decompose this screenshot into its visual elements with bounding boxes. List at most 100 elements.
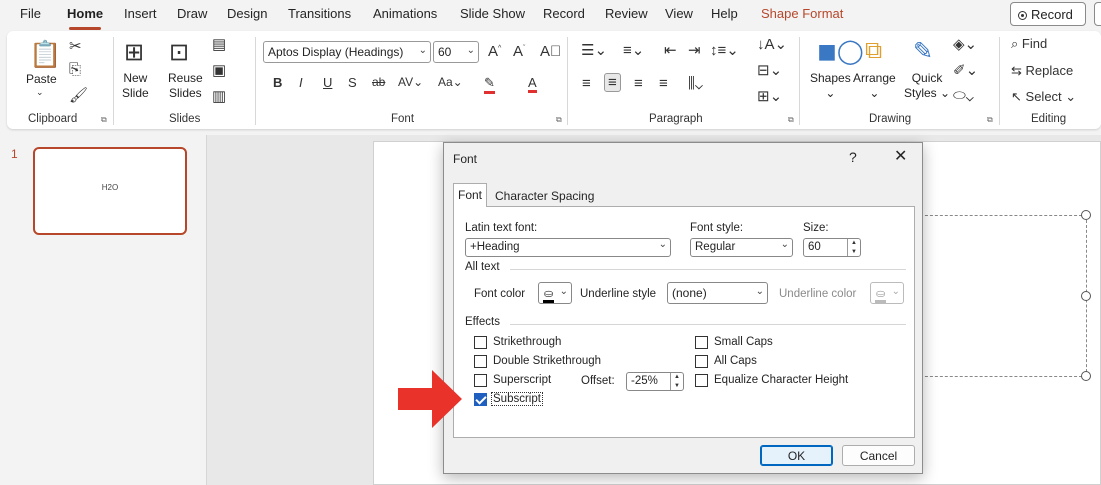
shadow-icon[interactable]: S bbox=[348, 75, 357, 90]
new-slide-button[interactable]: New Slide bbox=[122, 71, 149, 101]
slide-thumbnail[interactable]: H2O bbox=[33, 147, 187, 235]
text-direction-icon[interactable]: ↓A⌄ bbox=[757, 35, 787, 53]
small-caps-checkbox[interactable] bbox=[695, 336, 708, 349]
change-case-icon[interactable]: Aa⌄ bbox=[438, 75, 463, 89]
dialog-launcher-icon[interactable]: ⧉ bbox=[556, 115, 562, 125]
subscript-checkbox[interactable] bbox=[474, 393, 487, 406]
copy-icon[interactable]: ⎘ bbox=[69, 61, 81, 78]
highlight-icon[interactable]: ✎ bbox=[484, 75, 495, 94]
tab-review[interactable]: Review bbox=[605, 6, 648, 21]
resize-handle[interactable] bbox=[1081, 210, 1091, 220]
reuse-slides-icon[interactable]: ⊡ bbox=[169, 38, 189, 67]
shapes-button[interactable]: Shapes ⌄ bbox=[810, 71, 851, 101]
strikethrough-icon[interactable]: ab bbox=[372, 75, 385, 89]
spin-up-icon[interactable]: ▲ bbox=[848, 239, 860, 248]
increase-font-icon[interactable]: A^ bbox=[488, 43, 501, 60]
select-button[interactable]: ↖ Select ⌄ bbox=[1011, 89, 1076, 105]
paste-button[interactable]: Paste bbox=[26, 72, 57, 87]
tab-transitions[interactable]: Transitions bbox=[288, 6, 351, 21]
tab-draw[interactable]: Draw bbox=[177, 6, 207, 21]
font-color-picker[interactable]: ⛀ ⌄ bbox=[538, 282, 572, 304]
decrease-indent-icon[interactable]: ⇤ bbox=[664, 41, 677, 59]
tab-font[interactable]: Font bbox=[453, 183, 488, 207]
reset-icon[interactable]: ▣ bbox=[212, 61, 226, 79]
tab-shape-format[interactable]: Shape Format bbox=[761, 6, 843, 21]
equalize-height-checkbox[interactable] bbox=[695, 374, 708, 387]
selected-textbox[interactable] bbox=[915, 215, 1087, 377]
superscript-checkbox[interactable] bbox=[474, 374, 487, 387]
dialog-launcher-icon[interactable]: ⧉ bbox=[987, 115, 993, 125]
share-button-edge[interactable] bbox=[1094, 2, 1101, 26]
find-button[interactable]: ⌕ Find bbox=[1011, 36, 1047, 52]
cut-icon[interactable]: ✂ bbox=[69, 37, 82, 55]
quick-styles-button[interactable]: Quick Styles ⌄ bbox=[904, 71, 950, 101]
underline-style-select[interactable]: (none) ⌄ bbox=[667, 282, 768, 304]
replace-button[interactable]: ⇆ Replace bbox=[1011, 63, 1073, 79]
dialog-launcher-icon[interactable]: ⧉ bbox=[788, 115, 794, 125]
bullets-icon[interactable]: ☰⌄ bbox=[581, 41, 607, 59]
spin-buttons[interactable]: ▲ ▼ bbox=[670, 373, 683, 390]
italic-icon[interactable]: I bbox=[299, 75, 303, 90]
tab-animations[interactable]: Animations bbox=[373, 6, 437, 21]
align-center-icon[interactable]: ≡ bbox=[604, 73, 621, 92]
reuse-slides-button[interactable]: Reuse Slides bbox=[168, 71, 203, 101]
decrease-font-icon[interactable]: Aˇ bbox=[513, 43, 525, 60]
tab-design[interactable]: Design bbox=[227, 6, 267, 21]
tab-file[interactable]: File bbox=[20, 6, 41, 21]
bold-icon[interactable]: B bbox=[273, 75, 282, 90]
quick-styles-icon[interactable]: ✎ bbox=[913, 37, 933, 66]
chevron-down-icon[interactable]: ⌄ bbox=[36, 87, 44, 98]
double-strikethrough-checkbox[interactable] bbox=[474, 355, 487, 368]
font-color-icon[interactable]: A bbox=[528, 75, 537, 93]
resize-handle[interactable] bbox=[1081, 291, 1091, 301]
align-right-icon[interactable]: ≡ bbox=[634, 75, 643, 92]
align-left-icon[interactable]: ≡ bbox=[582, 75, 591, 92]
spin-down-icon[interactable]: ▼ bbox=[671, 382, 683, 391]
increase-indent-icon[interactable]: ⇥ bbox=[688, 41, 701, 59]
size-spinner[interactable]: 60 ▲ ▼ bbox=[803, 238, 861, 257]
close-button[interactable]: ✕ bbox=[894, 146, 907, 166]
new-slide-icon[interactable]: ⊞ bbox=[124, 38, 144, 67]
shape-fill-icon[interactable]: ◈⌄ bbox=[953, 35, 977, 53]
strikethrough-checkbox[interactable] bbox=[474, 336, 487, 349]
paste-icon[interactable]: 📋 bbox=[29, 39, 61, 70]
format-painter-icon[interactable]: 🖌 bbox=[69, 86, 88, 104]
columns-icon[interactable]: ⫼⌄ bbox=[688, 75, 703, 92]
record-button[interactable]: Record bbox=[1010, 2, 1086, 26]
align-text-icon[interactable]: ⊟⌄ bbox=[757, 61, 782, 79]
shape-effects-icon[interactable]: ⬭⌄ bbox=[953, 87, 974, 104]
tab-character-spacing[interactable]: Character Spacing bbox=[491, 185, 598, 207]
shapes-icon[interactable]: ◼◯ bbox=[817, 37, 864, 66]
spin-down-icon[interactable]: ▼ bbox=[848, 248, 860, 257]
spacing-icon[interactable]: AV⌄ bbox=[398, 75, 423, 89]
font-name-select[interactable]: Aptos Display (Headings) ⌄ bbox=[263, 41, 431, 63]
underline-icon[interactable]: U bbox=[323, 75, 332, 90]
clear-format-icon[interactable]: A⃥ bbox=[540, 43, 561, 60]
spin-buttons[interactable]: ▲ ▼ bbox=[847, 239, 860, 256]
tab-help[interactable]: Help bbox=[711, 6, 738, 21]
font-style-select[interactable]: Regular ⌄ bbox=[690, 238, 793, 257]
tab-insert[interactable]: Insert bbox=[124, 6, 157, 21]
resize-handle[interactable] bbox=[1081, 371, 1091, 381]
section-icon[interactable]: ▥ bbox=[212, 87, 226, 105]
arrange-icon[interactable]: ⧉ bbox=[865, 37, 882, 65]
smartart-icon[interactable]: ⊞⌄ bbox=[757, 87, 782, 105]
layout-icon[interactable]: ▤ bbox=[212, 35, 226, 53]
tab-slide-show[interactable]: Slide Show bbox=[460, 6, 525, 21]
cancel-button[interactable]: Cancel bbox=[842, 445, 915, 466]
ok-button[interactable]: OK bbox=[760, 445, 833, 466]
spin-up-icon[interactable]: ▲ bbox=[671, 373, 683, 382]
latin-font-select[interactable]: +Heading ⌄ bbox=[465, 238, 671, 257]
tab-home[interactable]: Home bbox=[67, 6, 103, 30]
shape-outline-icon[interactable]: ✐⌄ bbox=[953, 61, 978, 79]
dialog-launcher-icon[interactable]: ⧉ bbox=[101, 115, 107, 125]
tab-record[interactable]: Record bbox=[543, 6, 585, 21]
font-size-select[interactable]: 60 ⌄ bbox=[433, 41, 479, 63]
all-caps-checkbox[interactable] bbox=[695, 355, 708, 368]
arrange-button[interactable]: Arrange ⌄ bbox=[853, 71, 896, 101]
line-spacing-icon[interactable]: ↕≡⌄ bbox=[710, 41, 739, 59]
offset-spinner[interactable]: -25% ▲ ▼ bbox=[626, 372, 684, 391]
justify-icon[interactable]: ≡ bbox=[659, 75, 668, 92]
tab-view[interactable]: View bbox=[665, 6, 693, 21]
help-button[interactable]: ? bbox=[849, 149, 857, 165]
